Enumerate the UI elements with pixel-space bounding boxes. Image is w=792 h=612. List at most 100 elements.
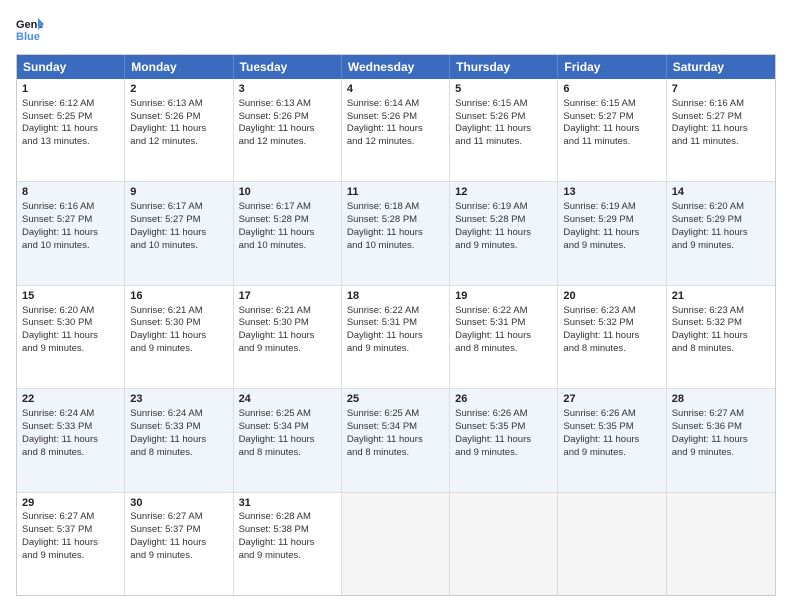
day-number: 31 [239, 496, 336, 511]
day-info: and 8 minutes. [22, 447, 119, 460]
day-info: Daylight: 11 hours [239, 227, 336, 240]
day-cell: 26Sunrise: 6:26 AMSunset: 5:35 PMDayligh… [450, 389, 558, 491]
day-info: Sunset: 5:31 PM [455, 317, 552, 330]
day-info: Sunrise: 6:20 AM [672, 201, 770, 214]
day-info: Sunrise: 6:21 AM [239, 305, 336, 318]
day-info: Sunset: 5:26 PM [239, 111, 336, 124]
day-info: Sunrise: 6:27 AM [22, 511, 119, 524]
day-number: 13 [563, 185, 660, 200]
day-info: and 9 minutes. [239, 343, 336, 356]
day-info: Daylight: 11 hours [455, 434, 552, 447]
weekday-header: Wednesday [342, 55, 450, 79]
day-info: Sunrise: 6:27 AM [130, 511, 227, 524]
day-info: Sunrise: 6:25 AM [239, 408, 336, 421]
day-info: and 9 minutes. [455, 240, 552, 253]
day-info: and 12 minutes. [130, 136, 227, 149]
day-cell: 5Sunrise: 6:15 AMSunset: 5:26 PMDaylight… [450, 79, 558, 181]
day-info: Sunset: 5:33 PM [22, 421, 119, 434]
day-number: 18 [347, 289, 444, 304]
header: General Blue [16, 16, 776, 44]
svg-text:Blue: Blue [16, 31, 40, 43]
day-info: Daylight: 11 hours [239, 537, 336, 550]
calendar-row: 15Sunrise: 6:20 AMSunset: 5:30 PMDayligh… [17, 285, 775, 388]
day-info: and 11 minutes. [563, 136, 660, 149]
weekday-header: Monday [125, 55, 233, 79]
day-info: and 11 minutes. [672, 136, 770, 149]
day-info: Sunset: 5:32 PM [563, 317, 660, 330]
day-info: Sunrise: 6:12 AM [22, 98, 119, 111]
day-info: Sunrise: 6:14 AM [347, 98, 444, 111]
day-number: 23 [130, 392, 227, 407]
empty-cell [450, 493, 558, 595]
day-info: Daylight: 11 hours [563, 434, 660, 447]
day-info: and 8 minutes. [239, 447, 336, 460]
day-cell: 7Sunrise: 6:16 AMSunset: 5:27 PMDaylight… [667, 79, 775, 181]
day-info: Sunrise: 6:15 AM [455, 98, 552, 111]
day-info: Sunset: 5:28 PM [239, 214, 336, 227]
day-info: and 8 minutes. [455, 343, 552, 356]
day-info: and 12 minutes. [239, 136, 336, 149]
day-info: Daylight: 11 hours [130, 227, 227, 240]
day-info: Daylight: 11 hours [239, 330, 336, 343]
day-cell: 10Sunrise: 6:17 AMSunset: 5:28 PMDayligh… [234, 182, 342, 284]
day-info: Sunrise: 6:23 AM [672, 305, 770, 318]
day-info: and 9 minutes. [672, 240, 770, 253]
day-number: 27 [563, 392, 660, 407]
day-info: and 8 minutes. [347, 447, 444, 460]
day-number: 29 [22, 496, 119, 511]
calendar-row: 1Sunrise: 6:12 AMSunset: 5:25 PMDaylight… [17, 79, 775, 181]
day-info: Sunrise: 6:13 AM [239, 98, 336, 111]
day-cell: 8Sunrise: 6:16 AMSunset: 5:27 PMDaylight… [17, 182, 125, 284]
day-info: and 9 minutes. [130, 343, 227, 356]
day-info: Sunset: 5:31 PM [347, 317, 444, 330]
day-info: Sunrise: 6:25 AM [347, 408, 444, 421]
day-number: 9 [130, 185, 227, 200]
day-info: Daylight: 11 hours [22, 123, 119, 136]
day-info: Sunset: 5:33 PM [130, 421, 227, 434]
day-info: Sunset: 5:27 PM [672, 111, 770, 124]
day-info: Sunrise: 6:13 AM [130, 98, 227, 111]
day-info: Daylight: 11 hours [347, 434, 444, 447]
day-cell: 31Sunrise: 6:28 AMSunset: 5:38 PMDayligh… [234, 493, 342, 595]
day-info: and 9 minutes. [563, 447, 660, 460]
day-info: Sunrise: 6:22 AM [347, 305, 444, 318]
day-info: Sunset: 5:27 PM [130, 214, 227, 227]
day-info: Sunrise: 6:24 AM [22, 408, 119, 421]
day-info: Daylight: 11 hours [239, 123, 336, 136]
day-cell: 17Sunrise: 6:21 AMSunset: 5:30 PMDayligh… [234, 286, 342, 388]
day-info: Daylight: 11 hours [455, 330, 552, 343]
day-info: Daylight: 11 hours [672, 330, 770, 343]
day-info: Sunset: 5:34 PM [347, 421, 444, 434]
empty-cell [667, 493, 775, 595]
day-info: Sunset: 5:26 PM [130, 111, 227, 124]
day-cell: 16Sunrise: 6:21 AMSunset: 5:30 PMDayligh… [125, 286, 233, 388]
day-number: 20 [563, 289, 660, 304]
day-cell: 25Sunrise: 6:25 AMSunset: 5:34 PMDayligh… [342, 389, 450, 491]
day-info: Daylight: 11 hours [455, 123, 552, 136]
day-info: and 12 minutes. [347, 136, 444, 149]
day-number: 16 [130, 289, 227, 304]
day-cell: 15Sunrise: 6:20 AMSunset: 5:30 PMDayligh… [17, 286, 125, 388]
day-cell: 20Sunrise: 6:23 AMSunset: 5:32 PMDayligh… [558, 286, 666, 388]
day-info: Daylight: 11 hours [563, 123, 660, 136]
day-number: 30 [130, 496, 227, 511]
weekday-header: Saturday [667, 55, 775, 79]
day-info: and 10 minutes. [239, 240, 336, 253]
day-info: Sunrise: 6:16 AM [672, 98, 770, 111]
day-info: Sunrise: 6:19 AM [563, 201, 660, 214]
day-info: Sunrise: 6:23 AM [563, 305, 660, 318]
logo: General Blue [16, 16, 44, 44]
day-info: and 8 minutes. [130, 447, 227, 460]
day-info: Sunset: 5:25 PM [22, 111, 119, 124]
day-info: and 10 minutes. [22, 240, 119, 253]
day-info: Daylight: 11 hours [22, 330, 119, 343]
day-info: Daylight: 11 hours [22, 537, 119, 550]
calendar-row: 22Sunrise: 6:24 AMSunset: 5:33 PMDayligh… [17, 388, 775, 491]
day-number: 1 [22, 82, 119, 97]
day-number: 7 [672, 82, 770, 97]
day-number: 24 [239, 392, 336, 407]
day-info: Sunset: 5:30 PM [239, 317, 336, 330]
weekday-header: Friday [558, 55, 666, 79]
day-info: Sunset: 5:37 PM [130, 524, 227, 537]
day-info: Sunset: 5:27 PM [22, 214, 119, 227]
